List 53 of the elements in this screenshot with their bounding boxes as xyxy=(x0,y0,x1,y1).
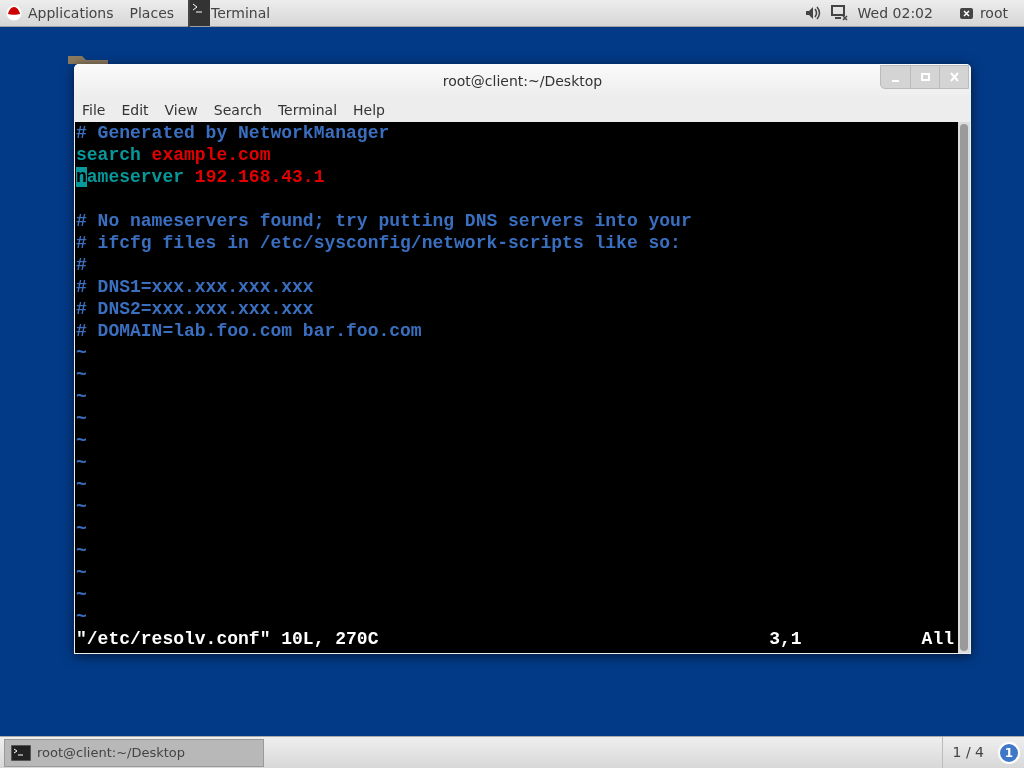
user-menu-button[interactable]: root xyxy=(979,2,1008,24)
tilde-marker: ~ xyxy=(76,409,87,429)
minimize-icon xyxy=(892,80,899,82)
keyword-text: ameserver xyxy=(86,167,185,187)
taskbar-button[interactable]: root@client:~/Desktop xyxy=(4,738,264,767)
network-disconnected-icon xyxy=(830,5,848,21)
redhat-logo-icon xyxy=(6,5,22,21)
menu-button[interactable]: Applications xyxy=(28,2,122,24)
volume-icon xyxy=(804,6,821,20)
tilde-marker: ~ xyxy=(76,343,87,363)
comment-text: # No nameservers found; try putting DNS servers into your xyxy=(76,211,692,231)
menu-item[interactable]: View xyxy=(164,99,198,121)
tilde-marker: ~ xyxy=(76,365,87,385)
menu-item[interactable]: Terminal xyxy=(277,99,338,121)
tilde-marker: ~ xyxy=(76,431,87,451)
comment-text: # DNS1=xxx.xxx.xxx.xxx xyxy=(76,277,314,297)
comment-text: # DNS2=xxx.xxx.xxx.xxx xyxy=(76,299,314,319)
scroll-position-text: All xyxy=(921,628,954,650)
menu-button[interactable]: Places xyxy=(121,2,183,24)
comment-text: # DOMAIN=lab.foo.com bar.foo.com xyxy=(76,321,422,341)
comment-text: # xyxy=(76,255,87,275)
comment-text: # Generated by NetworkManager xyxy=(76,123,390,143)
scrollbar-thumb[interactable] xyxy=(960,124,968,651)
comment-text: # ifcfg files in /etc/sysconfig/network-scripts like so: xyxy=(76,233,681,253)
tilde-marker: ~ xyxy=(76,453,87,473)
workspace-switcher[interactable]: 1 / 4 xyxy=(941,736,994,768)
terminal-icon xyxy=(190,0,211,26)
user-status-icon xyxy=(958,6,974,20)
cursor-position-text: 3,1 xyxy=(769,628,802,650)
clock-text[interactable]: Wed 02:02 xyxy=(857,2,933,24)
value-text: 192.168.43.1 xyxy=(194,167,325,187)
maximize-icon xyxy=(920,73,930,81)
tilde-marker: ~ xyxy=(76,387,87,407)
window-title: root@client:~/Desktop xyxy=(442,71,603,91)
text-cursor: n xyxy=(76,167,87,187)
menu-item[interactable]: File xyxy=(82,99,106,121)
tilde-marker: ~ xyxy=(76,497,87,517)
value-text: example.com xyxy=(151,145,271,165)
menu-item[interactable]: Edit xyxy=(121,99,149,121)
terminal-icon xyxy=(11,744,31,761)
notification-badge[interactable]: 1 xyxy=(998,741,1020,764)
tilde-marker: ~ xyxy=(76,519,87,539)
status-text: "/etc/resolv.conf" 10L, 270C xyxy=(76,628,379,650)
tilde-marker: ~ xyxy=(76,475,87,495)
keyword-text: search xyxy=(76,145,141,165)
close-icon xyxy=(949,72,959,82)
tilde-marker: ~ xyxy=(76,607,87,627)
tilde-marker: ~ xyxy=(76,563,87,583)
menu-item[interactable]: Search xyxy=(213,99,262,121)
app-menu-button[interactable]: Terminal xyxy=(211,2,271,24)
tilde-marker: ~ xyxy=(76,585,87,605)
tilde-marker: ~ xyxy=(76,541,87,561)
menu-item[interactable]: Help xyxy=(353,99,385,121)
